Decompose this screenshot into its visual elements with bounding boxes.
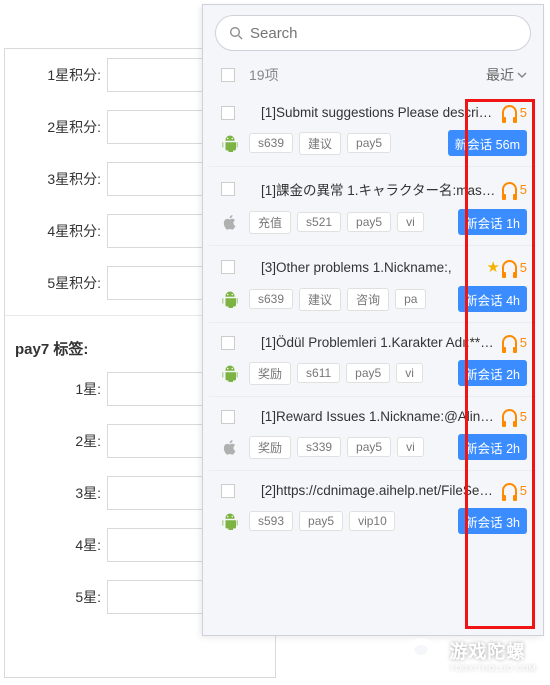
ticket-tag[interactable]: pay5 xyxy=(347,212,391,232)
ticket-panel: 19项 最近 [1]Submit suggestions Please desc… xyxy=(202,4,544,636)
ticket-tag[interactable]: vip10 xyxy=(349,511,395,531)
session-badge[interactable]: 新会话 2h xyxy=(458,434,527,460)
ticket-item[interactable]: [2]https://cdnimage.aihelp.net/FileSer… … xyxy=(209,471,537,544)
ticket-item[interactable]: [3]Other problems 1.Nickname:, ★ 5 s639 建… xyxy=(209,246,537,323)
badge-count: 5 xyxy=(520,409,527,424)
session-badge[interactable]: 新会话 3h xyxy=(458,508,527,534)
field-label: 2星: xyxy=(9,431,107,451)
badge-count: 5 xyxy=(520,260,527,275)
ticket-tag[interactable]: pay5 xyxy=(347,133,391,153)
watermark-text: 游戏陀螺 YOUXITUOLUO.COM xyxy=(449,638,536,673)
android-icon xyxy=(221,289,239,309)
agent-badge: 5 xyxy=(502,260,527,275)
badge-count: 5 xyxy=(520,335,527,350)
ticket-item[interactable]: [1]Reward Issues 1.Nickname:@Alin 2.S… 5… xyxy=(209,397,537,471)
search-icon xyxy=(228,25,244,41)
watermark-en: YOUXITUOLUO.COM xyxy=(449,664,536,673)
ticket-title: [3]Other problems 1.Nickname:, xyxy=(261,260,480,275)
ticket-title: [1]課金の異常 1.キャラクター名:masas… xyxy=(261,179,496,199)
android-icon xyxy=(221,511,239,531)
session-badge[interactable]: 新会话 2h xyxy=(458,360,527,386)
android-icon xyxy=(221,133,239,153)
ticket-tag[interactable]: s521 xyxy=(297,212,341,232)
ticket-list: [1]Submit suggestions Please describe… 5… xyxy=(203,93,543,552)
search-input[interactable] xyxy=(250,25,518,42)
field-label: 5星: xyxy=(9,587,107,607)
ticket-tag[interactable]: 奖励 xyxy=(249,436,291,459)
headset-icon xyxy=(502,483,517,498)
ticket-tag[interactable]: 咨询 xyxy=(347,288,389,311)
item-count: 19项 xyxy=(249,65,279,85)
ticket-checkbox[interactable] xyxy=(221,410,235,424)
session-badge[interactable]: 新会话 4h xyxy=(458,286,527,312)
ticket-tag[interactable]: s593 xyxy=(249,511,293,531)
ticket-title: [2]https://cdnimage.aihelp.net/FileSer… xyxy=(261,483,496,498)
headset-icon xyxy=(502,409,517,424)
agent-badge: 5 xyxy=(502,105,527,120)
chevron-down-icon xyxy=(517,70,527,80)
sort-dropdown[interactable]: 最近 xyxy=(486,65,527,85)
search-box[interactable] xyxy=(215,15,531,51)
ticket-checkbox[interactable] xyxy=(221,106,235,120)
ticket-item[interactable]: [1]課金の異常 1.キャラクター名:masas… 5 充值 s521 pay5 vi… xyxy=(209,167,537,246)
headset-icon xyxy=(502,105,517,120)
field-label: 1星积分: xyxy=(9,65,107,85)
headset-icon xyxy=(502,260,517,275)
ticket-tag[interactable]: pay5 xyxy=(347,437,391,457)
select-all-checkbox[interactable] xyxy=(221,68,235,82)
agent-badge: 5 xyxy=(502,409,527,424)
ticket-tag[interactable]: vi xyxy=(396,363,423,383)
watermark-logo-icon xyxy=(401,635,441,675)
ticket-tag[interactable]: pay5 xyxy=(346,363,390,383)
agent-badge: 5 xyxy=(502,483,527,498)
ticket-tag[interactable]: 建议 xyxy=(299,132,341,155)
field-label: 4星积分: xyxy=(9,221,107,241)
session-badge[interactable]: 新会话 56m xyxy=(448,130,527,156)
apple-icon xyxy=(221,212,239,232)
ticket-title: [1]Submit suggestions Please describe… xyxy=(261,105,496,120)
headset-icon xyxy=(502,182,517,197)
star-icon: ★ xyxy=(486,258,499,276)
ticket-tag[interactable]: s639 xyxy=(249,133,293,153)
ticket-tag[interactable]: s611 xyxy=(297,363,340,383)
ticket-title: [1]Reward Issues 1.Nickname:@Alin 2.S… xyxy=(261,409,496,424)
ticket-tag[interactable]: 奖励 xyxy=(249,362,291,385)
ticket-tag[interactable]: 充值 xyxy=(249,211,291,234)
badge-count: 5 xyxy=(520,105,527,120)
field-label: 3星: xyxy=(9,483,107,503)
ticket-checkbox[interactable] xyxy=(221,182,235,196)
session-badge[interactable]: 新会话 1h xyxy=(458,209,527,235)
watermark-cn: 游戏陀螺 xyxy=(449,638,536,664)
ticket-item[interactable]: [1]Ödül Problemleri 1.Karakter Adı:**… 5… xyxy=(209,323,537,397)
field-label: 4星: xyxy=(9,535,107,555)
badge-count: 5 xyxy=(520,483,527,498)
ticket-tag[interactable]: pa xyxy=(395,289,426,309)
list-header: 19项 最近 xyxy=(203,57,543,93)
ticket-tag[interactable]: vi xyxy=(397,437,424,457)
agent-badge: 5 xyxy=(502,182,527,197)
android-icon xyxy=(221,363,239,383)
field-label: 3星积分: xyxy=(9,169,107,189)
sort-label: 最近 xyxy=(486,65,514,85)
ticket-item[interactable]: [1]Submit suggestions Please describe… 5… xyxy=(209,93,537,167)
ticket-tag[interactable]: vi xyxy=(397,212,424,232)
headset-icon xyxy=(502,335,517,350)
field-label: 5星积分: xyxy=(9,273,107,293)
ticket-tag[interactable]: 建议 xyxy=(299,288,341,311)
apple-icon xyxy=(221,437,239,457)
agent-badge: 5 xyxy=(502,335,527,350)
watermark: 游戏陀螺 YOUXITUOLUO.COM xyxy=(401,635,536,675)
ticket-tag[interactable]: s639 xyxy=(249,289,293,309)
ticket-tag[interactable]: pay5 xyxy=(299,511,343,531)
ticket-tag[interactable]: s339 xyxy=(297,437,341,457)
search-container xyxy=(203,5,543,57)
badge-count: 5 xyxy=(520,182,527,197)
field-label: 1星: xyxy=(9,379,107,399)
field-label: 2星积分: xyxy=(9,117,107,137)
ticket-title: [1]Ödül Problemleri 1.Karakter Adı:**… xyxy=(261,335,496,350)
ticket-checkbox[interactable] xyxy=(221,336,235,350)
ticket-checkbox[interactable] xyxy=(221,484,235,498)
ticket-checkbox[interactable] xyxy=(221,260,235,274)
